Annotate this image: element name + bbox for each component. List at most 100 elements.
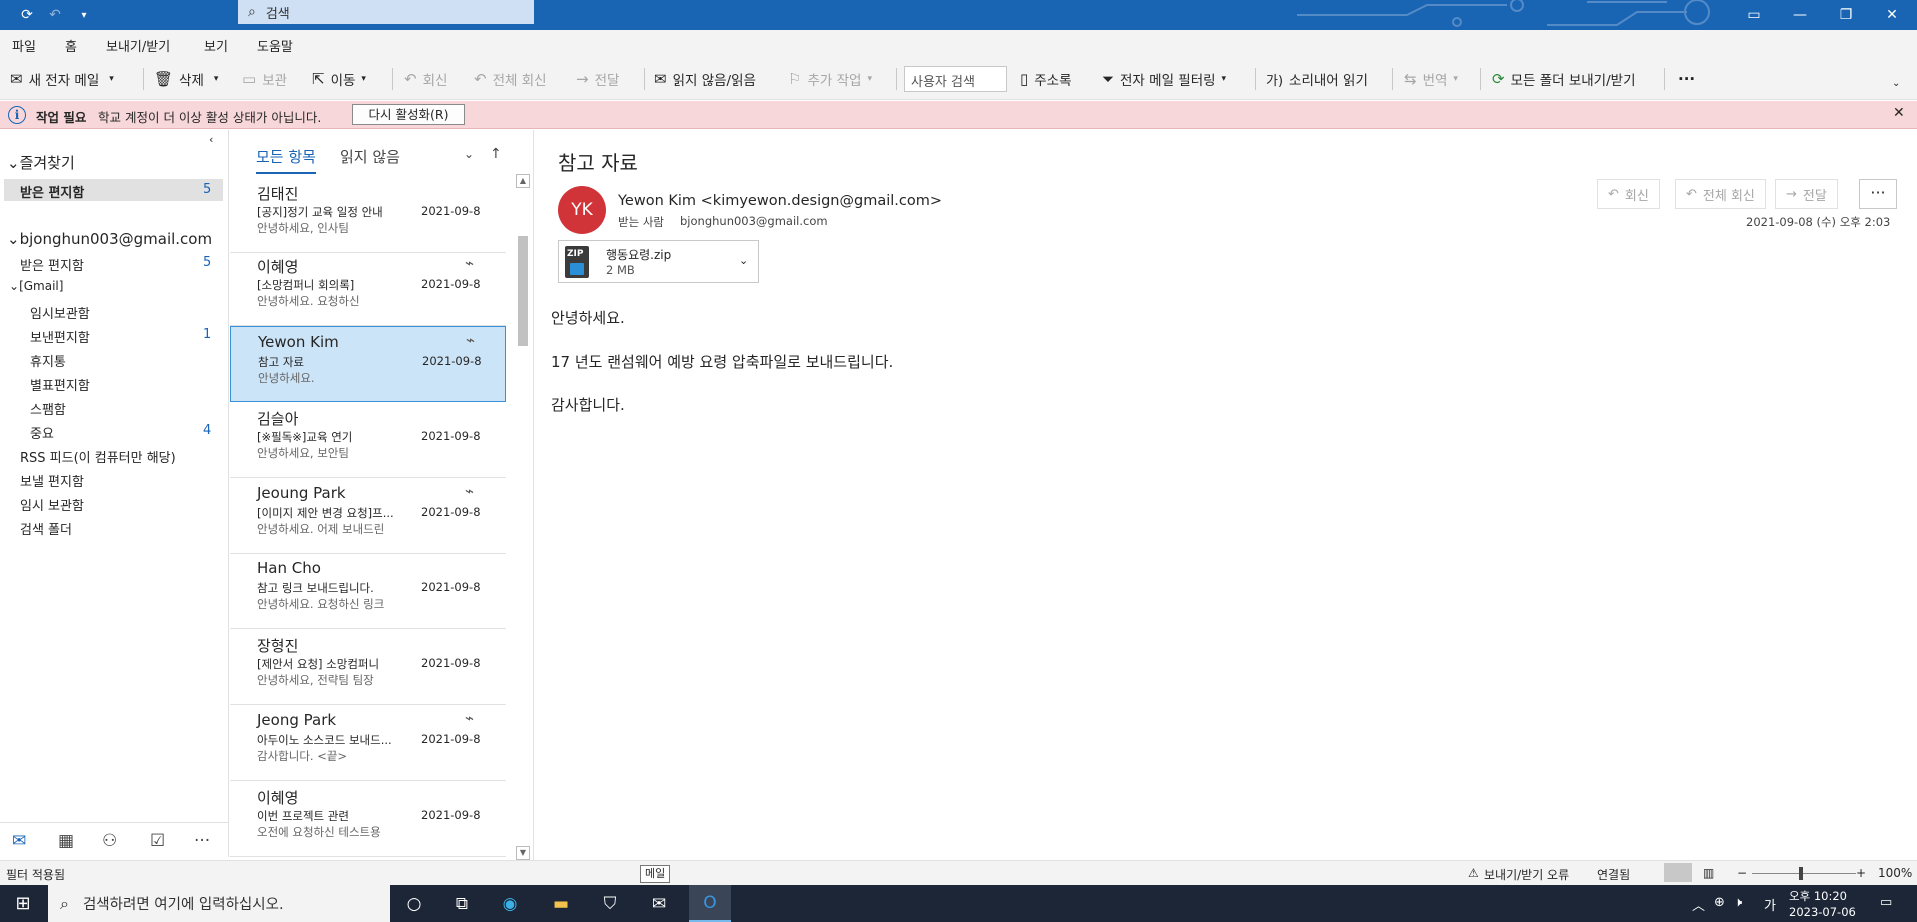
message-row[interactable]: 장형진 [제안서 요청] 소망컴퍼니 안녕하세요, 전략팀 팀장 2021-09-8 bbox=[230, 629, 506, 705]
ribbon-collapse-icon[interactable]: ⌄ bbox=[1892, 68, 1900, 98]
reading-forward-button[interactable]: → 전달 bbox=[1775, 179, 1838, 209]
normal-view-icon[interactable] bbox=[1664, 863, 1692, 882]
send-receive-all-button[interactable]: ⟳ 모든 폴더 보내기/받기 bbox=[1492, 58, 1636, 100]
nav-drafts[interactable]: 임시보관함 bbox=[30, 303, 90, 322]
scroll-up-icon[interactable]: ▲ bbox=[516, 174, 530, 188]
scroll-down-icon[interactable]: ▼ bbox=[516, 846, 530, 860]
filter-email-button[interactable]: ⏷ 전자 메일 필터링 ▾ bbox=[1102, 58, 1226, 100]
zoom-slider[interactable] bbox=[1752, 873, 1856, 874]
mail-icon[interactable]: ✉ bbox=[12, 831, 26, 851]
restore-button[interactable]: ❐ bbox=[1823, 0, 1869, 30]
new-email-button[interactable]: ✉ 새 전자 메일 ▾ bbox=[10, 58, 114, 100]
menu-view[interactable]: 보기 bbox=[204, 36, 228, 55]
sync-icon[interactable]: ⟳ bbox=[14, 0, 40, 30]
read-aloud-button[interactable]: 가) 소리내어 읽기 bbox=[1266, 58, 1368, 100]
task-view-icon[interactable]: ⧉ bbox=[444, 885, 480, 922]
message-row[interactable]: 이혜영 이번 프로젝트 관련 오전에 요청하신 테스트용 2021-09-8 bbox=[230, 781, 506, 857]
favorites-header[interactable]: ⌄즐겨찾기 bbox=[7, 152, 75, 173]
nav-starred[interactable]: 별표편지함 bbox=[30, 375, 90, 394]
zoom-slider-thumb[interactable] bbox=[1799, 867, 1803, 880]
address-book-button[interactable]: ▯ 주소록 bbox=[1020, 58, 1072, 100]
nav-inbox[interactable]: 받은 편지함 bbox=[20, 255, 84, 274]
nav-search-folders[interactable]: 검색 폴더 bbox=[20, 519, 72, 538]
message-row[interactable]: Jeong Park 아두이노 소스코드 보내드... 감사합니다. <끝> 2021… bbox=[230, 705, 506, 781]
tray-expand-icon[interactable]: ︿ bbox=[1692, 895, 1705, 914]
undo-icon[interactable]: ↶ bbox=[44, 0, 66, 30]
read-unread-button[interactable]: ✉ 읽지 않음/읽음 bbox=[654, 58, 756, 100]
people-icon[interactable]: ⚇ bbox=[102, 831, 117, 851]
email-from[interactable]: Yewon Kim <kimyewon.design@gmail.com> bbox=[618, 193, 942, 209]
sort-dropdown-icon[interactable]: ⌄ bbox=[464, 147, 474, 161]
message-row[interactable]: Yewon Kim 참고 자료 안녕하세요. 2021-09-8 ⌁ bbox=[230, 326, 506, 402]
more-commands-button[interactable]: ··· bbox=[1678, 58, 1695, 100]
notification-icon[interactable]: ▭ bbox=[1880, 895, 1892, 910]
move-button[interactable]: ⇱ 이동 ▾ bbox=[312, 58, 366, 100]
message-row[interactable]: 김슬아 [※필독※]교육 연기 안녕하세요, 보안팀 2021-09-8 bbox=[230, 402, 506, 478]
zoom-out-icon[interactable]: − bbox=[1737, 866, 1747, 880]
volume-icon[interactable]: 🕨 bbox=[1734, 895, 1742, 910]
quick-access-dropdown-icon[interactable]: ▾ bbox=[74, 0, 94, 30]
nav-rss[interactable]: RSS 피드(이 컴퓨터만 해당) bbox=[20, 447, 176, 466]
delete-button[interactable]: 🗑 삭제 ▾ bbox=[154, 58, 218, 100]
mail-app-icon[interactable]: ✉ bbox=[641, 885, 677, 922]
collapse-pane-icon[interactable]: ‹ bbox=[209, 133, 213, 146]
taskbar-time[interactable]: 오후 10:20 bbox=[1789, 888, 1847, 904]
calendar-icon[interactable]: ▦ bbox=[58, 831, 74, 851]
taskbar-search[interactable]: ⌕ 검색하려면 여기에 입력하십시오. bbox=[48, 885, 390, 922]
outlook-icon[interactable]: O bbox=[689, 885, 731, 922]
account-header[interactable]: ⌄bjonghun003@gmail.com bbox=[7, 230, 212, 248]
message-row[interactable]: Jeoung Park [이미지 제안 변경 요청]프... 안녕하세요. 어제 보… bbox=[230, 478, 506, 554]
menu-file[interactable]: 파일 bbox=[12, 36, 36, 55]
tasks-icon[interactable]: ☑ bbox=[150, 831, 165, 851]
people-search-input[interactable]: 사용자 검색 bbox=[904, 66, 1007, 92]
send-error-status[interactable]: 보내기/받기 오류 bbox=[1484, 866, 1569, 883]
message-row[interactable]: 김태진 [공지]정기 교육 일정 안내 안녕하세요, 인사팀 2021-09-8 bbox=[230, 177, 506, 253]
more-icon[interactable]: ··· bbox=[194, 831, 210, 851]
minimize-button[interactable]: — bbox=[1777, 0, 1823, 30]
forward-button[interactable]: → 전달 bbox=[576, 58, 619, 100]
reactivate-button[interactable]: 다시 활성화(R) bbox=[352, 104, 465, 125]
attachment-card[interactable]: ZIP 행동요령.zip 2 MB ⌄ bbox=[558, 240, 759, 283]
more-actions-button[interactable]: ··· bbox=[1859, 179, 1897, 209]
chevron-down-icon[interactable]: ⌄ bbox=[739, 254, 748, 267]
nav-sent[interactable]: 보낸편지함 bbox=[30, 327, 90, 346]
tab-all-items[interactable]: 모든 항목 bbox=[256, 146, 316, 174]
cortana-icon[interactable]: ○ bbox=[396, 885, 432, 922]
menu-help[interactable]: 도움말 bbox=[257, 36, 293, 55]
fav-inbox[interactable]: 받은 편지함 bbox=[20, 182, 84, 201]
close-icon[interactable]: ✕ bbox=[1893, 105, 1905, 121]
message-row[interactable]: 이혜영 [소망컴퍼니 회의록] 안녕하세요. 요청하신 2021-09-8 ⌁ bbox=[230, 250, 506, 326]
search-box[interactable]: ⌕ 검색 bbox=[238, 0, 534, 24]
reading-view-icon[interactable]: ▥ bbox=[1703, 866, 1714, 880]
message-row[interactable]: Han Cho 참고 링크 보내드립니다. 안녕하세요. 요청하신 링크 2021-0… bbox=[230, 553, 506, 629]
network-icon[interactable]: ⊕ bbox=[1714, 895, 1725, 910]
reading-reply-button[interactable]: ↶ 회신 bbox=[1597, 179, 1660, 209]
translate-button[interactable]: ⇆ 번역 ▾ bbox=[1404, 58, 1458, 100]
reply-all-button[interactable]: ↶ 전체 회신 bbox=[474, 58, 547, 100]
menu-home[interactable]: 홈 bbox=[65, 36, 77, 60]
nav-gmail-group[interactable]: ⌄[Gmail] bbox=[9, 279, 63, 293]
nav-drafts-local[interactable]: 임시 보관함 bbox=[20, 495, 84, 514]
reply-button[interactable]: ↶ 회신 bbox=[404, 58, 447, 100]
scroll-thumb[interactable] bbox=[518, 236, 528, 346]
zoom-level[interactable]: 100% bbox=[1878, 866, 1912, 880]
menu-send-receive[interactable]: 보내기/받기 bbox=[106, 36, 170, 55]
tab-unread[interactable]: 읽지 않음 bbox=[340, 146, 400, 167]
windows-start-icon[interactable]: ⊞ bbox=[0, 885, 46, 922]
zoom-in-icon[interactable]: + bbox=[1856, 866, 1866, 880]
close-button[interactable]: ✕ bbox=[1869, 0, 1915, 30]
taskbar-date[interactable]: 2023-07-06 bbox=[1789, 905, 1856, 919]
nav-trash[interactable]: 휴지통 bbox=[30, 351, 66, 370]
store-icon[interactable]: ⛉ bbox=[592, 885, 628, 922]
email-to[interactable]: bjonghun003@gmail.com bbox=[680, 214, 828, 228]
file-explorer-icon[interactable]: ▬ bbox=[543, 885, 579, 922]
archive-button[interactable]: ▭ 보관 bbox=[242, 58, 287, 100]
sort-direction-icon[interactable]: ↑ bbox=[490, 146, 502, 162]
edge-icon[interactable]: ◉ bbox=[492, 885, 528, 922]
nav-outbox[interactable]: 보낼 편지함 bbox=[20, 471, 84, 490]
input-language[interactable]: 가 bbox=[1764, 895, 1776, 914]
nav-important[interactable]: 중요 bbox=[30, 423, 54, 442]
reading-reply-all-button[interactable]: ↶ 전체 회신 bbox=[1675, 179, 1766, 209]
nav-spam[interactable]: 스팸함 bbox=[30, 399, 66, 418]
ribbon-display-icon[interactable]: ▭ bbox=[1731, 0, 1777, 30]
